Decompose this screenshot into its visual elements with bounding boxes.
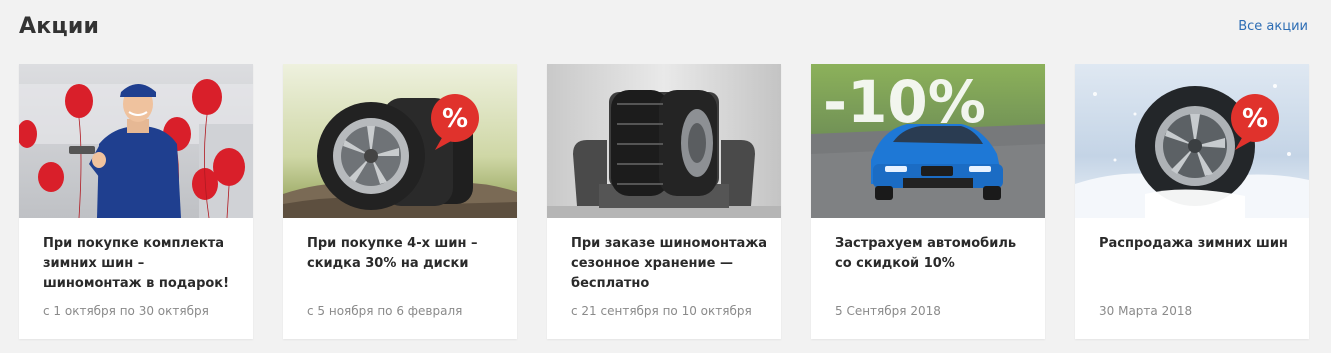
promo-title: Распродажа зимних шин xyxy=(1099,236,1288,251)
promo-title: При покупке 4-х шин – скидка 30% на диск… xyxy=(307,236,478,271)
tires-armchair-image xyxy=(547,64,781,218)
tires-discount-image: % xyxy=(283,64,517,218)
promo-title: При заказе шиномонтажа сезонное хранение… xyxy=(571,236,768,291)
promo-card[interactable]: % При покупке 4-х шин – скидка 30% на ди… xyxy=(283,64,517,339)
promo-dates: с 5 ноября по 6 февраля xyxy=(307,304,463,318)
svg-text:%: % xyxy=(1242,104,1268,134)
promo-dates: с 21 сентября по 10 октября xyxy=(571,304,752,318)
promo-card[interactable]: При заказе шиномонтажа сезонное хранение… xyxy=(547,64,781,339)
promo-title: При покупке комплекта зимних шин – шином… xyxy=(43,236,230,291)
promo-title: Застрахуем автомобиль со скидкой 10% xyxy=(835,236,1017,271)
promo-card[interactable]: При покупке комплекта зимних шин – шином… xyxy=(19,64,253,339)
promo-cards: При покупке комплекта зимних шин – шином… xyxy=(19,64,1309,339)
promo-dates: 5 Сентября 2018 xyxy=(835,304,941,318)
svg-text:%: % xyxy=(442,104,468,134)
promo-card[interactable]: -10% Застрахуем автомобиль со скидкой 10… xyxy=(811,64,1045,339)
winter-tire-image: % xyxy=(1075,64,1309,218)
section-title: Акции xyxy=(19,14,100,39)
blue-car-image: -10% xyxy=(811,64,1045,218)
promo-dates: 30 Марта 2018 xyxy=(1099,304,1193,318)
mechanic-balloons-image xyxy=(19,64,253,218)
promo-card[interactable]: % Распродажа зимних шин 30 Марта 2018 xyxy=(1075,64,1309,339)
promo-dates: с 1 октября по 30 октября xyxy=(43,304,209,318)
all-promos-link[interactable]: Все акции xyxy=(1238,19,1308,34)
section-header: Акции Все акции xyxy=(19,14,1308,44)
